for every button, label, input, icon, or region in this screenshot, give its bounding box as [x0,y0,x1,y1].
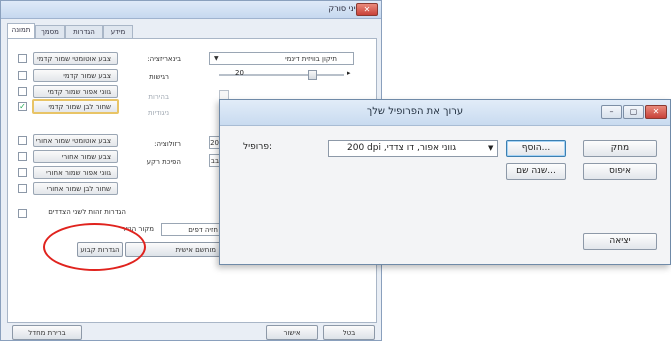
maximize-icon[interactable]: ▢ [623,105,644,119]
image-type-color-back[interactable]: צבע שמור אחורי [33,150,118,163]
tab-document[interactable]: מסמך [35,25,65,38]
checkbox-bw-back[interactable] [18,184,27,193]
checkbox-auto-color-back[interactable] [18,136,27,145]
threshold-label: רגישות [149,73,169,81]
same-settings-label: הגדרות זהות לשני הצדדים [48,208,126,216]
resolution-value: 20 [210,139,219,147]
reset-profile-button[interactable]: איפוס [583,163,657,180]
tab-image[interactable]: תמונה [7,23,35,39]
slider-thumb[interactable] [308,70,317,80]
inversion-label: הפיכת רקע [146,158,181,166]
image-type-bw-front[interactable]: שחור לבן שמור קדמי [32,99,119,114]
image-type-auto-color-front[interactable]: צבע אוטומטי שמור קדמי [33,52,118,65]
checkbox-gray-back[interactable] [18,168,27,177]
threshold-slider[interactable]: ▸ 20 [209,69,354,81]
brightness-label: בהירות [148,93,169,101]
main-title-bar: מאפייני סורק ✕ [1,1,381,19]
chevron-down-icon: ▼ [214,55,219,62]
profile-dropdown[interactable]: 200 dpi ,גווני אפור, דו צדדי ▼ [328,140,498,157]
minimize-icon[interactable]: – [601,105,622,119]
chevron-down-icon: ▼ [488,144,494,152]
image-type-color-front[interactable]: צבע שמור קדמי [33,69,118,82]
tab-info[interactable]: מידע [103,25,133,38]
binarization-label: בינאריזציה: [147,55,181,63]
checkbox-color-back[interactable] [18,152,27,161]
highlight-circle-annotation [43,223,146,271]
threshold-value: 20 [235,69,244,77]
checkbox-auto-color-front[interactable] [18,54,27,63]
inversion-value: בב [210,157,219,165]
cancel-button[interactable]: בטל [323,325,375,340]
image-type-gray-back[interactable]: גווני אפור שמור אחורי [33,166,118,179]
ok-button[interactable]: אישור [266,325,318,340]
binarization-value: תיקון בוויזית דינמי [285,55,337,63]
contrast-label: ניגודיות [147,109,169,117]
dialog-close-icon[interactable]: ✕ [645,105,667,119]
binarization-dropdown[interactable]: ▼ תיקון בוויזית דינמי [209,52,354,65]
scan-source-value: חזיה דפים [188,226,218,234]
main-close-button[interactable]: ✕ [356,3,378,16]
checkbox-color-front[interactable] [18,71,27,80]
image-type-bw-back[interactable]: שחור לבן שמור אחורי [33,182,118,195]
checkbox-gray-front[interactable] [18,87,27,96]
rename-profile-button[interactable]: שנה שם... [506,163,566,180]
profile-label: פרופיל: [243,142,272,152]
delete-profile-button[interactable]: מחק [583,140,657,157]
dialog-title: ערוך את הפרופיל שלך [366,106,464,117]
checkbox-same-settings[interactable] [18,209,27,218]
scan-source-dropdown[interactable]: חזיה דפים [161,223,223,236]
edit-profile-dialog: ערוך את הפרופיל שלך ✕ ▢ – פרופיל: 200 dp… [219,99,671,265]
slider-right-arrow-icon[interactable]: ▸ [347,69,351,77]
default-button[interactable]: ברירת מחדל [12,325,82,340]
add-profile-button[interactable]: הוסף... [506,140,566,157]
checkbox-bw-front[interactable]: ✓ [18,102,27,111]
resolution-label: רזולוציה: [154,140,181,148]
image-type-gray-front[interactable]: גווני אפור שמור קדמי [33,85,118,98]
profile-value: 200 dpi ,גווני אפור, דו צדדי [347,143,457,153]
exit-button[interactable]: יציאה [583,233,657,250]
image-type-auto-color-back[interactable]: צבע אוטומטי שמור אחורי [33,134,118,147]
dialog-title-bar: ערוך את הפרופיל שלך ✕ ▢ – [220,100,670,126]
tab-settings[interactable]: הגדרות [65,25,103,38]
